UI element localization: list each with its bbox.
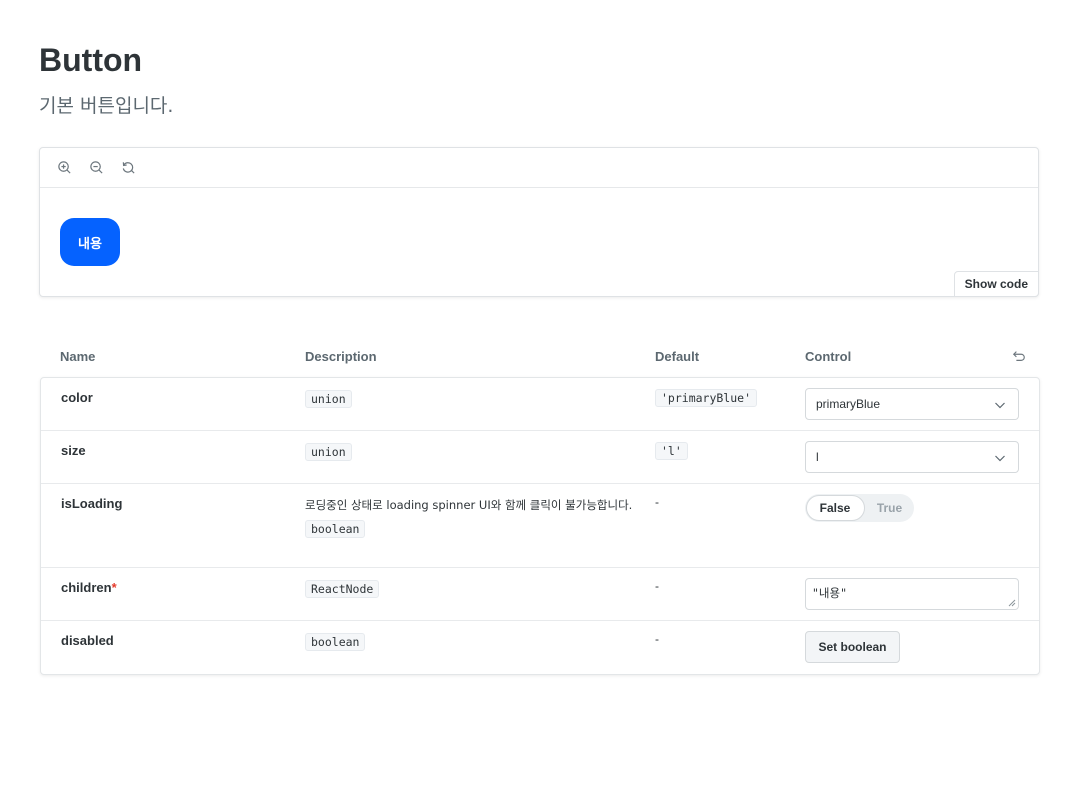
show-code-button[interactable]: Show code bbox=[953, 271, 1039, 297]
args-table-header: Name Description Default Control bbox=[40, 340, 1040, 377]
zoom-out-icon[interactable] bbox=[85, 157, 107, 179]
arg-description: union bbox=[305, 389, 635, 409]
arg-name: children* bbox=[61, 580, 117, 595]
resize-grip-icon[interactable] bbox=[1008, 599, 1016, 607]
color-select[interactable]: primaryBlue bbox=[805, 388, 1019, 420]
preview-canvas: 내용 Show code bbox=[39, 147, 1039, 297]
toggle-false-option[interactable]: False bbox=[805, 501, 865, 515]
demo-button[interactable]: 내용 bbox=[60, 218, 120, 266]
page-title: Button bbox=[39, 42, 143, 78]
page-subtitle: 기본 버튼입니다. bbox=[39, 95, 174, 117]
arg-description: 로딩중인 상태로 loading spinner UI와 함께 클릭이 불가능합… bbox=[305, 495, 635, 539]
arg-name: isLoading bbox=[61, 496, 123, 511]
arg-name: size bbox=[61, 443, 86, 458]
required-marker: * bbox=[111, 580, 117, 595]
table-row: size union 'l' l bbox=[41, 431, 1039, 484]
arg-description-text: 로딩중인 상태로 loading spinner UI와 함께 클릭이 불가능합… bbox=[305, 498, 633, 512]
header-description: Description bbox=[305, 349, 377, 364]
arg-default: 'l' bbox=[655, 442, 688, 460]
undo-icon[interactable] bbox=[1012, 349, 1026, 363]
arg-default: - bbox=[655, 632, 659, 646]
arg-control: "내용" bbox=[805, 578, 1019, 610]
zoom-in-icon[interactable] bbox=[53, 157, 75, 179]
arg-type: union bbox=[305, 443, 352, 461]
header-control: Control bbox=[805, 349, 852, 364]
size-select[interactable]: l bbox=[805, 441, 1019, 473]
arg-description: boolean bbox=[305, 632, 635, 652]
arg-type: union bbox=[305, 390, 352, 408]
zoom-reset-icon[interactable] bbox=[117, 157, 139, 179]
arg-name: color bbox=[61, 390, 93, 405]
table-row: children* ReactNode - "내용" bbox=[41, 568, 1039, 621]
arg-control: False True bbox=[805, 494, 914, 522]
arg-type: boolean bbox=[305, 520, 366, 538]
arg-description: union bbox=[305, 442, 635, 462]
table-row: isLoading 로딩중인 상태로 loading spinner UI와 함… bbox=[41, 484, 1039, 568]
arg-description: ReactNode bbox=[305, 579, 635, 599]
preview-toolbar bbox=[40, 148, 1038, 188]
set-boolean-button[interactable]: Set boolean bbox=[805, 631, 900, 663]
arg-control: l bbox=[805, 441, 1019, 473]
table-row: disabled boolean - Set boolean bbox=[41, 621, 1039, 674]
header-default: Default bbox=[655, 349, 700, 364]
toggle-true-option[interactable]: True bbox=[865, 501, 914, 515]
arg-type: ReactNode bbox=[305, 580, 380, 598]
arg-control: primaryBlue bbox=[805, 388, 1019, 420]
chevron-down-icon bbox=[995, 402, 1005, 409]
arg-default: - bbox=[655, 495, 659, 509]
header-name: Name bbox=[60, 349, 96, 364]
arg-default: - bbox=[655, 579, 659, 593]
args-table: color union 'primaryBlue' primaryBlue si… bbox=[40, 377, 1040, 675]
arg-name: disabled bbox=[61, 633, 114, 648]
chevron-down-icon bbox=[995, 455, 1005, 462]
table-row: color union 'primaryBlue' primaryBlue bbox=[41, 378, 1039, 431]
isloading-toggle[interactable]: False True bbox=[805, 494, 914, 522]
arg-type: boolean bbox=[305, 633, 366, 651]
children-textarea[interactable]: "내용" bbox=[805, 578, 1019, 610]
arg-default: 'primaryBlue' bbox=[655, 389, 758, 407]
arg-control: Set boolean bbox=[805, 631, 900, 663]
